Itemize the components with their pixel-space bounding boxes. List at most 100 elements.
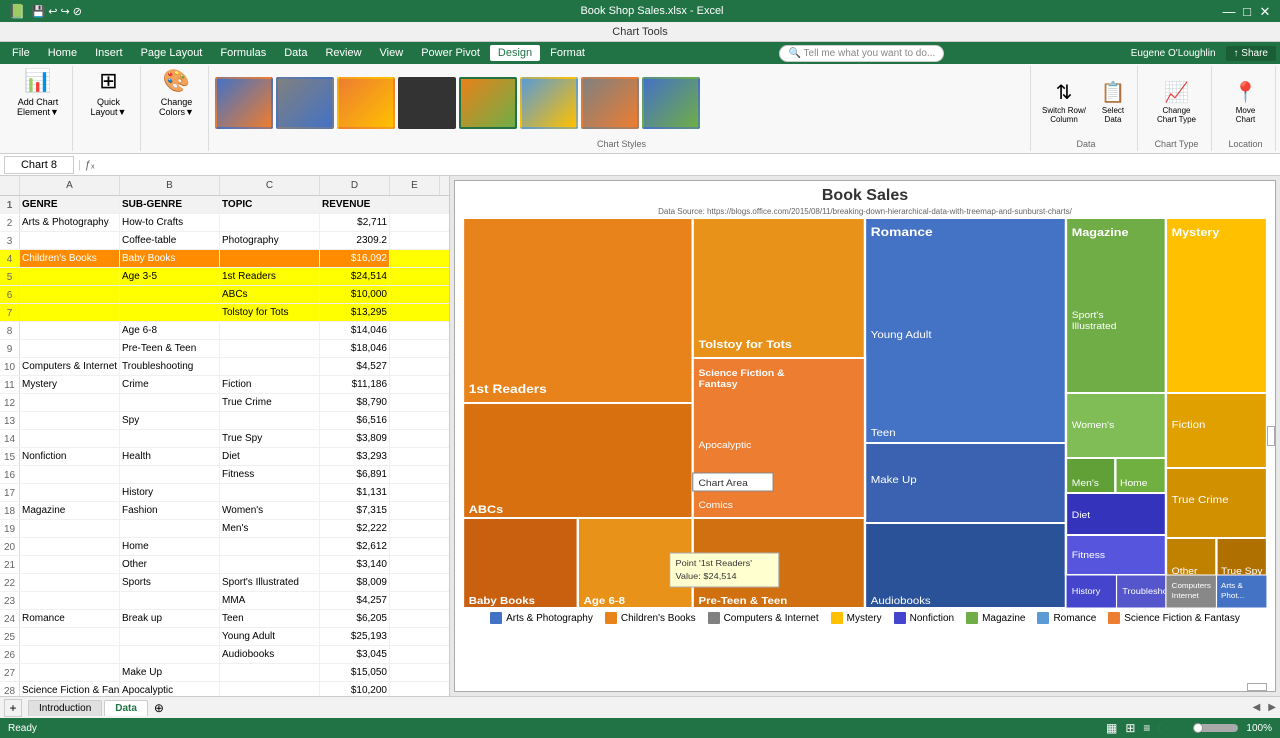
ss-cell[interactable] [20, 592, 120, 609]
ss-cell[interactable]: $3,045 [320, 646, 390, 663]
ss-cell[interactable]: Fashion [120, 502, 220, 519]
page-break-view[interactable]: ≡ [1143, 721, 1150, 735]
ss-cell[interactable]: Romance [20, 610, 120, 627]
ss-cell[interactable]: $3,809 [320, 430, 390, 447]
ss-cell[interactable] [20, 412, 120, 429]
ss-cell[interactable]: Men's [220, 520, 320, 537]
ss-cell[interactable]: Apocalyptic [120, 682, 220, 696]
tell-me-box[interactable]: 🔍 Tell me what you want to do... [779, 45, 944, 62]
ss-cell[interactable]: $11,186 [320, 376, 390, 393]
ss-cell[interactable]: Fiction [220, 376, 320, 393]
ss-cell[interactable]: Troubleshooting [120, 358, 220, 375]
ss-cell[interactable]: 2309.2 [320, 232, 390, 249]
chart-style-4[interactable] [398, 77, 456, 129]
chart-style-1[interactable] [215, 77, 273, 129]
ss-cell[interactable]: Home [120, 538, 220, 555]
formula-input[interactable] [99, 156, 1276, 174]
ss-cell[interactable]: $8,790 [320, 394, 390, 411]
ss-cell[interactable] [120, 520, 220, 537]
ribbon-tab-home[interactable]: Home [40, 45, 85, 61]
quick-layout-button[interactable]: QuickLayout▼ [81, 94, 136, 120]
ss-cell[interactable]: Spy [120, 412, 220, 429]
ss-cell[interactable]: Fitness [220, 466, 320, 483]
ss-cell[interactable]: $16,092 [320, 250, 390, 267]
ss-cell[interactable]: True Spy [220, 430, 320, 447]
ss-cell[interactable]: Sport's Illustrated [220, 574, 320, 591]
ss-cell[interactable] [220, 214, 320, 231]
ss-cell[interactable] [20, 556, 120, 573]
ss-cell[interactable] [220, 556, 320, 573]
minimize-button[interactable]: — [1222, 4, 1236, 18]
page-layout-view[interactable]: ⊞ [1125, 721, 1135, 735]
ss-cell[interactable] [20, 520, 120, 537]
ss-cell[interactable]: Coffee-table [120, 232, 220, 249]
ss-cell[interactable] [20, 268, 120, 285]
col-header-b[interactable]: B [120, 176, 220, 195]
ss-cell[interactable]: Arts & Photography [20, 214, 120, 231]
ss-cell[interactable]: ABCs [220, 286, 320, 303]
ss-cell[interactable]: $8,009 [320, 574, 390, 591]
ss-cell[interactable] [20, 430, 120, 447]
ribbon-tab-format[interactable]: Format [542, 45, 593, 61]
ss-cell[interactable]: Make Up [120, 664, 220, 681]
ss-cell[interactable]: Baby Books [120, 250, 220, 267]
resize-handle-right[interactable] [1267, 426, 1275, 446]
tab-introduction[interactable]: Introduction [28, 700, 102, 716]
col-header-a[interactable]: A [20, 176, 120, 195]
ribbon-tab-design[interactable]: Design [490, 45, 540, 61]
ss-cell[interactable]: $6,891 [320, 466, 390, 483]
ss-cell-revenue-header[interactable]: REVENUE [320, 196, 390, 213]
ss-cell[interactable]: $18,046 [320, 340, 390, 357]
col-header-c[interactable]: C [220, 176, 320, 195]
ribbon-tab-review[interactable]: Review [317, 45, 369, 61]
ss-cell[interactable]: Age 3-5 [120, 268, 220, 285]
ss-cell[interactable]: Break up [120, 610, 220, 627]
ss-cell[interactable] [20, 628, 120, 645]
ss-cell-subgenre-header[interactable]: SUB-GENRE [120, 196, 220, 213]
ss-cell[interactable]: Audiobooks [220, 646, 320, 663]
ss-cell[interactable]: Teen [220, 610, 320, 627]
scroll-right[interactable]: ▶ [1268, 702, 1276, 713]
ss-cell[interactable]: $6,205 [320, 610, 390, 627]
ribbon-tab-file[interactable]: File [4, 45, 38, 61]
ss-cell[interactable]: $3,140 [320, 556, 390, 573]
ss-cell[interactable]: 1st Readers [220, 268, 320, 285]
ss-cell[interactable] [20, 574, 120, 591]
ss-cell[interactable]: Mystery [20, 376, 120, 393]
ss-cell[interactable] [220, 538, 320, 555]
chart-container[interactable]: Book Sales Data Source: https://blogs.of… [450, 176, 1280, 696]
chart-style-8[interactable] [642, 77, 700, 129]
ss-cell[interactable]: MMA [220, 592, 320, 609]
ss-cell[interactable]: Photography [220, 232, 320, 249]
scroll-left[interactable]: ◀ [1253, 702, 1261, 713]
ss-cell[interactable]: $24,514 [320, 268, 390, 285]
ss-cell[interactable]: Crime [120, 376, 220, 393]
move-chart-button[interactable]: MoveChart [1221, 105, 1271, 125]
ss-cell[interactable]: True Crime [220, 394, 320, 411]
ss-cell[interactable]: $10,200 [320, 682, 390, 696]
ss-cell[interactable] [20, 466, 120, 483]
ss-cell[interactable]: How-to Crafts [120, 214, 220, 231]
chart-style-3[interactable] [337, 77, 395, 129]
ss-cell[interactable]: Tolstoy for Tots [220, 304, 320, 321]
ss-cell[interactable] [20, 286, 120, 303]
ss-cell[interactable]: $2,222 [320, 520, 390, 537]
switch-row-column-button[interactable]: Switch Row/Column [1039, 105, 1089, 125]
tab-data[interactable]: Data [104, 700, 148, 716]
ss-cell[interactable] [20, 646, 120, 663]
ss-cell[interactable]: Children's Books [20, 250, 120, 267]
ss-cell[interactable] [20, 664, 120, 681]
ss-cell[interactable]: History [120, 484, 220, 501]
ss-cell[interactable] [120, 466, 220, 483]
change-chart-type-button[interactable]: ChangeChart Type [1149, 105, 1204, 125]
ss-cell[interactable]: $2,711 [320, 214, 390, 231]
ss-cell[interactable] [120, 430, 220, 447]
ss-cell[interactable] [220, 484, 320, 501]
ss-cell[interactable]: $7,315 [320, 502, 390, 519]
ss-cell[interactable]: $1,131 [320, 484, 390, 501]
ribbon-tab-insert[interactable]: Insert [87, 45, 131, 61]
col-header-e[interactable]: E [390, 176, 440, 195]
zoom-slider[interactable] [1158, 724, 1238, 732]
ss-cell[interactable] [120, 628, 220, 645]
chart-style-7[interactable] [581, 77, 639, 129]
